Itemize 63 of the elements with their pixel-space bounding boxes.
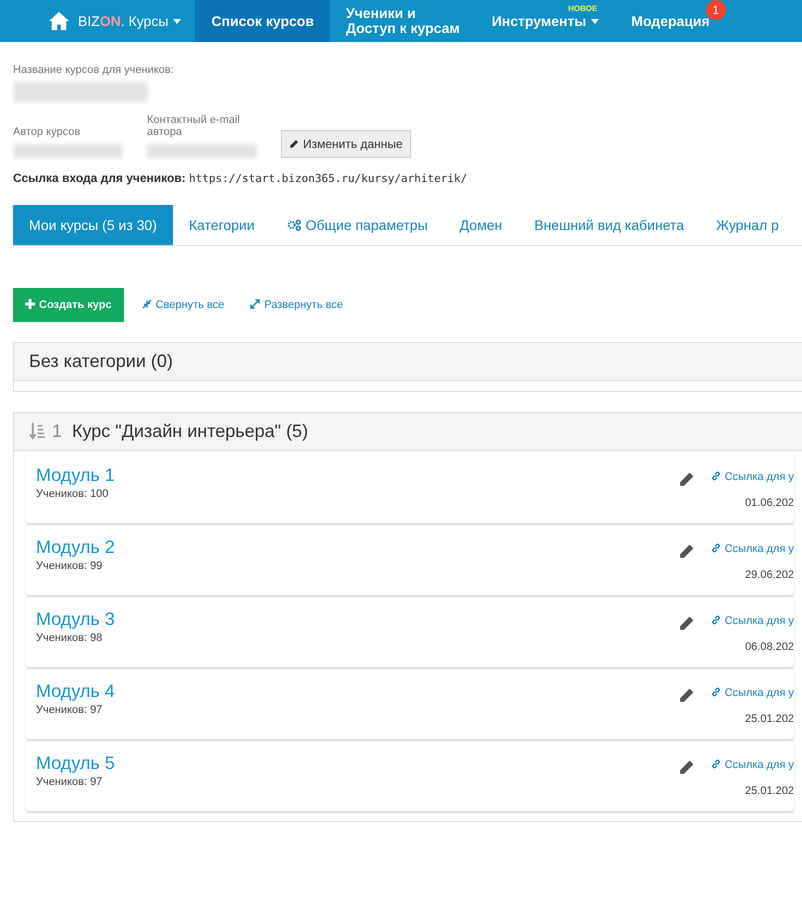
- tab[interactable]: Общие параметры: [270, 205, 444, 245]
- field-label: Автор курсов: [13, 126, 82, 138]
- module-link[interactable]: Ссылка для у: [710, 543, 794, 555]
- pencil-icon[interactable]: [678, 759, 695, 776]
- link-icon: [710, 543, 721, 553]
- module-title[interactable]: Модуль 1: [36, 465, 678, 486]
- tab[interactable]: Домен: [444, 205, 518, 245]
- module-title[interactable]: Модуль 5: [36, 753, 678, 774]
- pencil-icon[interactable]: [678, 687, 695, 704]
- module-title[interactable]: Модуль 4: [36, 681, 678, 702]
- pencil-icon: [289, 139, 299, 149]
- module-title[interactable]: Модуль 2: [36, 537, 678, 558]
- nav-item[interactable]: Список курсов: [195, 0, 330, 42]
- category-title[interactable]: Без категории (0): [29, 351, 173, 372]
- expand-icon: [250, 299, 260, 309]
- student-count: Учеников: 97: [36, 776, 104, 788]
- caret-icon: [173, 18, 182, 24]
- collapse-all-link[interactable]: Свернуть все: [134, 299, 232, 311]
- module-date: 01.06.202: [744, 497, 794, 509]
- link-icon: [710, 615, 721, 625]
- new-label: НОВОЕ: [568, 3, 598, 15]
- collapse-icon: [142, 299, 152, 309]
- create-course-button[interactable]: Создать курс: [13, 288, 124, 322]
- student-count: Учеников: 97: [36, 704, 104, 716]
- nav-item[interactable]: Ученики и Доступ к курсам: [330, 0, 476, 42]
- module-date: 25.01.202: [744, 713, 794, 725]
- plus-icon: [25, 299, 35, 309]
- notification-badge: 1: [706, 0, 726, 20]
- tab[interactable]: Журнал р: [700, 205, 795, 245]
- tab[interactable]: Категории: [172, 205, 271, 245]
- module-link[interactable]: Ссылка для у: [710, 471, 794, 483]
- field-label: Контактный e-mail автора: [147, 114, 241, 138]
- module-link[interactable]: Ссылка для у: [710, 615, 794, 627]
- link-icon: [710, 687, 721, 697]
- student-count: Учеников: 98: [36, 632, 104, 644]
- module-link[interactable]: Ссылка для у: [710, 759, 794, 771]
- module-date: 06.08.202: [744, 641, 794, 653]
- caret-icon: [591, 18, 600, 24]
- module-title[interactable]: Модуль 3: [36, 609, 678, 630]
- pencil-icon[interactable]: [678, 471, 695, 488]
- course-number: 1: [52, 421, 62, 442]
- expand-all-link[interactable]: Развернуть все: [242, 299, 351, 311]
- field-label: Название курсов для учеников:: [13, 64, 175, 76]
- student-count: Учеников: 99: [36, 560, 104, 572]
- pencil-icon[interactable]: [678, 615, 695, 632]
- link-icon: [710, 759, 721, 769]
- nav-item[interactable]: Модерация 1: [615, 0, 726, 42]
- link-icon: [710, 471, 721, 481]
- nav-item[interactable]: НОВОЕ Инструменты: [476, 0, 616, 42]
- student-link-text: Ссылка входа для учеников: https://start.bizon365.ru/kursy/arhiterik/: [13, 171, 468, 185]
- category-title[interactable]: Курс "Дизайн интерьера" (5): [72, 421, 308, 442]
- tab[interactable]: Внешний вид кабинета: [518, 205, 700, 245]
- tab[interactable]: Мои курсы (5 из 30): [13, 205, 173, 245]
- module-date: 25.01.202: [744, 785, 794, 797]
- pencil-icon[interactable]: [678, 543, 695, 560]
- student-count: Учеников: 100: [36, 488, 110, 500]
- gears-icon: [286, 219, 302, 231]
- sort-icon[interactable]: [29, 422, 46, 441]
- brand-menu[interactable]: BIZON. Курсы: [78, 0, 196, 42]
- module-link[interactable]: Ссылка для у: [710, 687, 794, 699]
- module-date: 29.06.202: [744, 569, 794, 581]
- home-icon[interactable]: [48, 11, 70, 31]
- edit-button[interactable]: Изменить данные: [281, 130, 411, 158]
